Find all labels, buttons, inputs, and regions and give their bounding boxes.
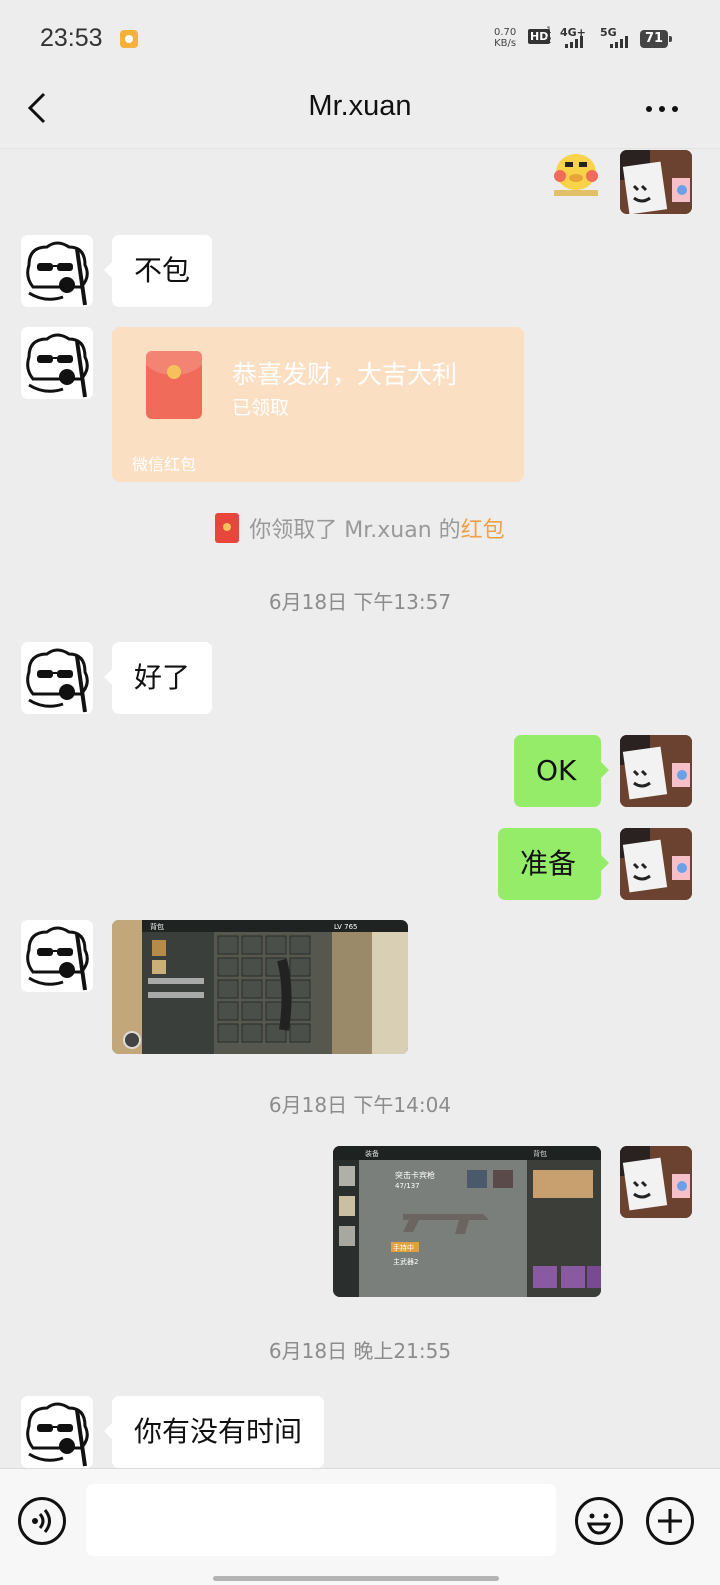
screenshot-label: 手持中 [393, 1243, 414, 1252]
status-time: 23:53 [40, 24, 103, 52]
red-packet-footer: 微信红包 [132, 455, 197, 474]
my-avatar-image [620, 150, 692, 214]
screenshot-label: 主武器2 [393, 1257, 418, 1266]
red-packet-status: 已领取 [232, 397, 290, 419]
red-packet-link[interactable]: 红包 [461, 518, 505, 543]
my-avatar-image [620, 1146, 692, 1218]
input-bar [0, 1468, 720, 1585]
system-notice-text: 你领取了 Mr.xuan 的 [249, 518, 461, 543]
system-notice: 你领取了 Mr.xuan 的红包 [0, 512, 720, 544]
contact-avatar[interactable] [21, 642, 93, 714]
hd-sub-bottom: 2 [546, 36, 552, 46]
duck-sticker-icon [554, 154, 598, 196]
voice-icon [32, 1509, 51, 1533]
message-bubble-incoming[interactable]: 你有没有时间 [103, 1396, 325, 1468]
my-avatar[interactable] [620, 1146, 692, 1218]
screenshot-label: 背包 [533, 1149, 547, 1158]
sticker-message[interactable] [548, 150, 602, 198]
screenshot-label: 突击卡宾枪 [395, 1170, 435, 1180]
message-bubble-outgoing[interactable]: OK [514, 735, 609, 807]
chat-title: Mr.xuan [308, 90, 412, 122]
network-speed-value: 0.70 [494, 27, 517, 38]
my-avatar-image [620, 735, 692, 807]
smiley-icon [586, 1513, 612, 1535]
contact-avatar-image [21, 642, 93, 714]
red-envelope-icon [146, 351, 202, 419]
contact-avatar-image [21, 1396, 93, 1468]
red-packet-title: 恭喜发财，大吉大利 [232, 360, 458, 389]
timestamp: 6月18日 下午14:04 [268, 1093, 452, 1117]
notification-app-icon [120, 30, 138, 48]
more-options-button[interactable] [642, 94, 682, 124]
network-speed-unit: KB/s [494, 38, 517, 49]
message-bubble-incoming[interactable]: 不包 [103, 235, 213, 307]
screenshot-label: 背包 [150, 922, 164, 931]
my-avatar-image [620, 828, 692, 900]
contact-avatar[interactable] [21, 327, 93, 399]
screenshot-label: 47/137 [395, 1182, 420, 1190]
message-bubble-outgoing[interactable]: 准备 [498, 828, 609, 900]
timestamp: 6月18日 下午13:57 [268, 590, 452, 614]
message-bubble-incoming[interactable]: 好了 [103, 642, 213, 714]
red-envelope-small-icon [215, 513, 240, 543]
hd-sim-indicator: 1 2 [546, 26, 552, 46]
contact-avatar-image [21, 920, 93, 992]
my-avatar[interactable] [620, 828, 692, 900]
battery-level: 71 [644, 31, 664, 46]
emoji-button[interactable] [575, 1497, 623, 1545]
hd-sub-top: 1 [546, 26, 552, 36]
chat-header: Mr.xuan [0, 78, 720, 149]
signal-5g-icon [610, 36, 628, 48]
red-packet-message[interactable]: 恭喜发财，大吉大利 已领取 微信红包 [112, 327, 524, 482]
screenshot-label: 装备 [365, 1149, 379, 1158]
contact-avatar-image [21, 327, 93, 399]
contact-avatar-image [21, 235, 93, 307]
game-equipment-screenshot: 装备 背包 突击卡宾枪 47/137 手持中 主武器2 [333, 1146, 601, 1297]
network-speed: 0.70 KB/s [494, 27, 516, 49]
timestamp: 6月18日 晚上21:55 [268, 1339, 452, 1363]
status-bar: 23:53 0.70 KB/s HD 1 2 4G+ 5G 71 [0, 0, 720, 78]
message-input[interactable] [86, 1484, 556, 1556]
my-avatar[interactable] [620, 150, 692, 214]
screenshot-label: LV 765 [334, 923, 358, 931]
image-message-incoming[interactable]: 背包 LV 765 [112, 920, 408, 1054]
my-avatar[interactable] [620, 735, 692, 807]
contact-avatar[interactable] [21, 1396, 93, 1468]
more-functions-button[interactable] [646, 1497, 694, 1545]
voice-input-button[interactable] [18, 1497, 66, 1545]
game-inventory-screenshot: 背包 LV 765 [112, 920, 408, 1054]
contact-avatar[interactable] [21, 235, 93, 307]
signal-4g-icon [565, 36, 583, 48]
contact-avatar[interactable] [21, 920, 93, 992]
home-indicator[interactable] [213, 1576, 499, 1581]
plus-icon [658, 1509, 682, 1533]
image-message-outgoing[interactable]: 装备 背包 突击卡宾枪 47/137 手持中 主武器2 [333, 1146, 601, 1297]
battery-icon: 71 [640, 30, 672, 48]
